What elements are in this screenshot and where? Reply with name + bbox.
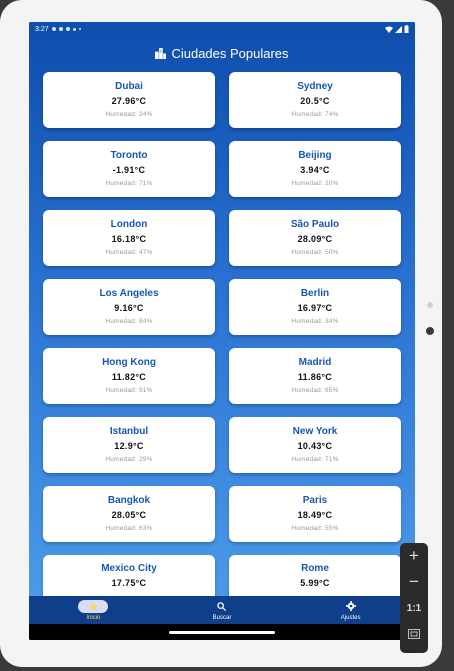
city-card[interactable]: Istanbul 12.9°C Humedad: 29% — [43, 417, 215, 473]
nav-item-ajustes[interactable]: Ajustes — [311, 600, 391, 621]
nav-item-inicio[interactable]: Inicio — [53, 599, 133, 621]
city-card[interactable]: Berlin 16.97°C Humedad: 34% — [229, 279, 401, 335]
city-card[interactable]: Mexico City 17.75°C — [43, 555, 215, 596]
city-humidity: Humedad: 50% — [291, 249, 339, 256]
city-humidity: Humedad: 24% — [105, 111, 153, 118]
status-time: 3:27 — [35, 25, 49, 33]
city-temperature: 11.86°C — [297, 372, 333, 382]
star-icon — [88, 601, 98, 611]
city-humidity: Humedad: 91% — [105, 387, 153, 394]
city-humidity: Humedad: 20% — [291, 180, 339, 187]
page-title-text: Ciudades Populares — [171, 45, 289, 61]
zoom-1to1-button[interactable]: 1:1 — [400, 595, 428, 621]
city-humidity: Humedad: 71% — [105, 180, 153, 187]
city-temperature: 18.49°C — [297, 510, 333, 520]
city-name: Mexico City — [101, 563, 157, 574]
city-name: London — [110, 219, 148, 230]
notification-icon — [78, 28, 81, 30]
city-name: Bangkok — [107, 495, 151, 506]
city-name: Berlin — [300, 288, 330, 299]
fit-screen-button[interactable] — [400, 621, 428, 647]
device-screen: 3:27 Ciudades Populares Dubai 27.96°C Hu… — [29, 22, 415, 640]
city-name: Toronto — [110, 150, 148, 161]
notification-icon — [72, 27, 76, 31]
status-bar: 3:27 — [29, 22, 415, 36]
city-temperature: 5.99°C — [300, 578, 330, 588]
city-temperature: -1.91°C — [112, 165, 146, 175]
city-name: Dubai — [115, 81, 143, 92]
city-grid: Dubai 27.96°C Humedad: 24% Sydney 20.5°C Hum… — [43, 72, 401, 596]
city-temperature: 16.18°C — [111, 234, 147, 244]
search-icon — [217, 601, 227, 611]
city-humidity: Humedad: 55% — [291, 525, 339, 532]
city-card[interactable]: Dubai 27.96°C Humedad: 24% — [43, 72, 215, 128]
city-name: Sydney — [297, 81, 333, 92]
city-humidity: Humedad: 47% — [105, 249, 153, 256]
nav-label: Inicio — [86, 614, 101, 621]
city-card[interactable]: London 16.18°C Humedad: 47% — [43, 210, 215, 266]
city-card[interactable]: Hong Kong 11.82°C Humedad: 91% — [43, 348, 215, 404]
city-temperature: 3.94°C — [300, 165, 330, 175]
city-name: Istanbul — [109, 426, 149, 437]
emulator-toolbar: + − 1:1 — [400, 543, 428, 653]
city-name: Los Angeles — [99, 288, 159, 299]
city-humidity: Humedad: 65% — [291, 387, 339, 394]
city-temperature: 11.82°C — [111, 372, 147, 382]
city-temperature: 12.9°C — [114, 441, 144, 451]
city-card[interactable]: Sydney 20.5°C Humedad: 74% — [229, 72, 401, 128]
home-gesture-handle[interactable] — [169, 631, 275, 634]
battery-icon — [404, 25, 409, 33]
city-name: Beijing — [298, 150, 332, 161]
city-humidity: Humedad: 71% — [291, 456, 339, 463]
city-card[interactable]: Rome 5.99°C — [229, 555, 401, 596]
city-card[interactable]: São Paulo 28.09°C Humedad: 50% — [229, 210, 401, 266]
city-card[interactable]: Beijing 3.94°C Humedad: 20% — [229, 141, 401, 197]
city-card[interactable]: Paris 18.49°C Humedad: 55% — [229, 486, 401, 542]
city-temperature: 16.97°C — [297, 303, 333, 313]
city-temperature: 28.09°C — [297, 234, 333, 244]
city-humidity: Humedad: 63% — [105, 525, 153, 532]
city-name: Madrid — [298, 357, 332, 368]
nav-label: Buscar — [212, 614, 232, 621]
notification-icon — [58, 27, 63, 31]
city-card[interactable]: New York 10.43°C Humedad: 71% — [229, 417, 401, 473]
city-temperature: 17.75°C — [111, 578, 147, 588]
nav-item-buscar[interactable]: Buscar — [182, 600, 262, 621]
page-title: Ciudades Populares — [29, 40, 415, 66]
city-card[interactable]: Toronto -1.91°C Humedad: 71% — [43, 141, 215, 197]
app-content[interactable]: Ciudades Populares Dubai 27.96°C Humedad: … — [29, 36, 415, 596]
city-temperature: 20.5°C — [300, 96, 330, 106]
city-card[interactable]: Madrid 11.86°C Humedad: 65% — [229, 348, 401, 404]
gear-icon — [345, 601, 356, 611]
city-humidity: Humedad: 29% — [105, 456, 153, 463]
city-name: São Paulo — [290, 219, 340, 230]
shield-icon — [65, 27, 70, 31]
city-temperature: 10.43°C — [297, 441, 333, 451]
city-temperature: 27.96°C — [111, 96, 147, 106]
city-humidity: Humedad: 84% — [105, 318, 153, 325]
city-name: Paris — [302, 495, 328, 506]
city-card[interactable]: Bangkok 28.05°C Humedad: 63% — [43, 486, 215, 542]
city-name: Hong Kong — [102, 357, 156, 368]
city-icon — [155, 47, 167, 59]
city-temperature: 9.16°C — [114, 303, 144, 313]
city-humidity: Humedad: 34% — [291, 318, 339, 325]
city-card[interactable]: Los Angeles 9.16°C Humedad: 84% — [43, 279, 215, 335]
nav-label: Ajustes — [340, 614, 361, 621]
gesture-navigation-bar — [29, 624, 415, 640]
city-name: Rome — [301, 563, 329, 574]
city-humidity: Humedad: 74% — [291, 111, 339, 118]
city-name: New York — [292, 426, 338, 437]
wifi-icon — [385, 26, 393, 33]
fit-screen-icon — [408, 629, 420, 639]
zoom-in-button[interactable]: + — [400, 543, 428, 569]
notification-icon — [51, 27, 56, 31]
zoom-out-button[interactable]: − — [400, 569, 428, 595]
city-temperature: 28.05°C — [111, 510, 147, 520]
emulator-side-dot — [426, 327, 434, 335]
signal-icon — [395, 25, 402, 33]
bottom-navigation: Inicio Buscar Ajustes — [29, 596, 415, 624]
emulator-side-dot — [427, 302, 433, 308]
